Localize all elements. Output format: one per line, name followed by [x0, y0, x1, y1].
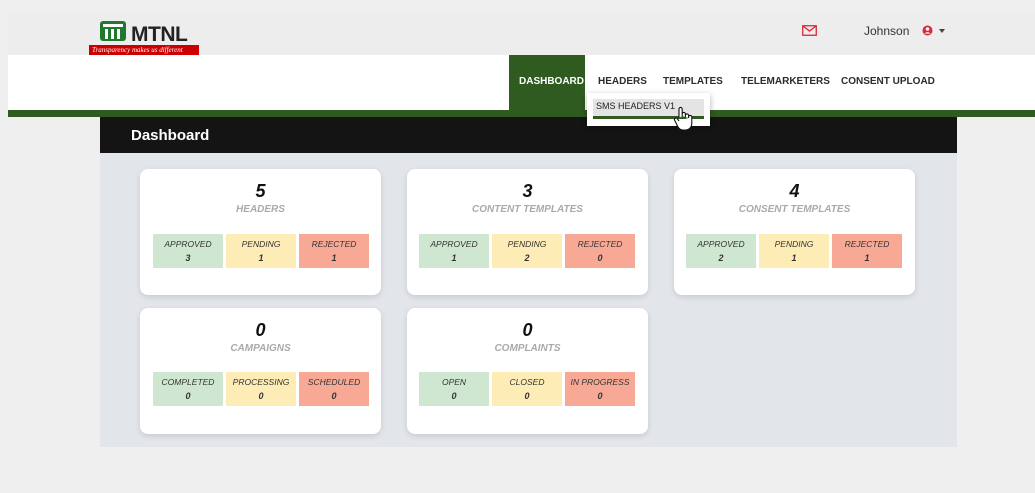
stat-approved[interactable]: APPROVED 2 [686, 234, 756, 268]
stat-rejected[interactable]: REJECTED 1 [832, 234, 902, 268]
card-title: CAMPAIGNS [230, 343, 291, 354]
content-templates-card[interactable]: 3 CONTENT TEMPLATES APPROVED 1 PENDING 2 R… [407, 169, 648, 295]
stat-rejected[interactable]: REJECTED 1 [299, 234, 369, 268]
card-count: 0 [255, 320, 266, 340]
stat-approved[interactable]: APPROVED 1 [419, 234, 489, 268]
card-count: 0 [522, 320, 533, 340]
nav-item-consent-upload[interactable]: CONSENT UPLOAD [841, 76, 935, 87]
stat-open[interactable]: OPEN 0 [419, 372, 489, 406]
card-count: 4 [789, 181, 800, 201]
nav-label-dashboard[interactable]: DASHBOARD [519, 76, 584, 87]
stat-pending[interactable]: PENDING 1 [226, 234, 296, 268]
card-title: CONTENT TEMPLATES [472, 204, 583, 215]
campaigns-card[interactable]: 0 CAMPAIGNS COMPLETED 0 PROCESSING 0 SCHED… [140, 308, 381, 434]
chevron-down-icon[interactable] [939, 29, 945, 33]
consent-templates-card[interactable]: 4 CONSENT TEMPLATES APPROVED 2 PENDING 1 R… [674, 169, 915, 295]
mtnl-logo-icon [100, 21, 126, 41]
stat-pending[interactable]: PENDING 2 [492, 234, 562, 268]
brand-tagline: Transparency makes us different [89, 45, 199, 55]
stat-completed[interactable]: COMPLETED 0 [153, 372, 223, 406]
nav-item-templates[interactable]: TEMPLATES [663, 76, 723, 87]
headers-card[interactable]: 5 HEADERS APPROVED 3 PENDING 1 REJECTED 1 [140, 169, 381, 295]
nav-item-telemarketers[interactable]: TELEMARKETERS [741, 76, 830, 87]
stat-processing[interactable]: PROCESSING 0 [226, 372, 296, 406]
complaints-card[interactable]: 0 COMPLAINTS OPEN 0 CLOSED 0 IN PROGRESS 0 [407, 308, 648, 434]
stat-closed[interactable]: CLOSED 0 [492, 372, 562, 406]
card-count: 3 [522, 181, 533, 201]
stat-in-progress[interactable]: IN PROGRESS 0 [565, 372, 635, 406]
stat-pending[interactable]: PENDING 1 [759, 234, 829, 268]
stat-scheduled[interactable]: SCHEDULED 0 [299, 372, 369, 406]
hand-pointer-icon [673, 106, 693, 131]
brand-logo[interactable]: MTNL Transparency makes us different [87, 18, 202, 60]
stat-approved[interactable]: APPROVED 3 [153, 234, 223, 268]
page-title: Dashboard [131, 127, 210, 144]
card-title: HEADERS [236, 204, 285, 215]
card-count: 5 [255, 181, 266, 201]
mail-icon[interactable] [802, 25, 817, 36]
brand-name: MTNL [131, 23, 188, 46]
user-name[interactable]: Johnson [864, 24, 909, 38]
user-icon[interactable] [922, 25, 933, 36]
dashboard-header [100, 117, 957, 153]
stat-rejected[interactable]: REJECTED 0 [565, 234, 635, 268]
card-title: COMPLAINTS [494, 343, 561, 354]
nav-item-headers[interactable]: HEADERS [598, 76, 647, 87]
card-title: CONSENT TEMPLATES [738, 204, 851, 215]
nav-divider [8, 110, 1035, 117]
